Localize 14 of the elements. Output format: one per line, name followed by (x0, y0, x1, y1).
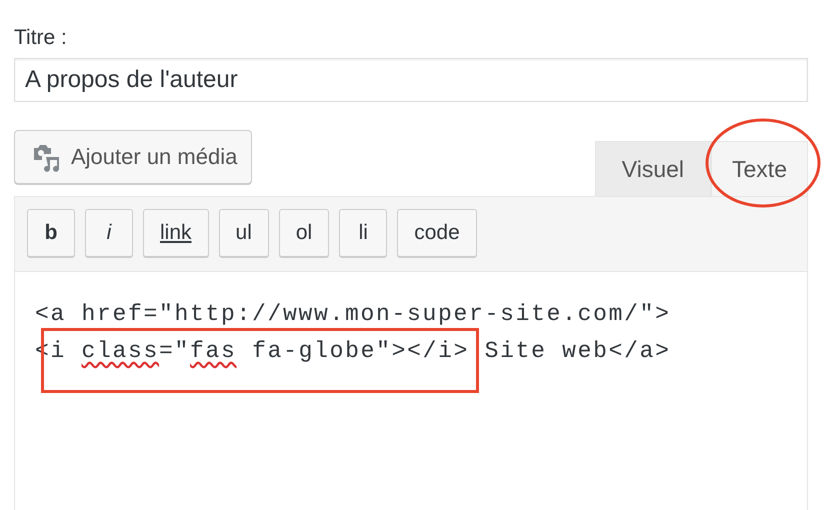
format-button[interactable]: ol (278, 209, 330, 257)
format-button[interactable]: b (27, 209, 75, 257)
editor-tab[interactable]: Visuel (594, 141, 712, 196)
title-input-field[interactable]: A propos de l'auteur (14, 58, 808, 102)
format-button[interactable]: code (397, 209, 477, 257)
editor-tab[interactable]: Texte (711, 141, 808, 196)
camera-music-icon (31, 142, 61, 172)
format-button[interactable]: ul (218, 209, 269, 257)
format-button[interactable]: i (85, 209, 133, 257)
format-button[interactable]: li (339, 209, 388, 257)
field-label: Titre : (14, 26, 68, 50)
add-media-button[interactable]: Ajouter un média (14, 130, 252, 184)
format-button[interactable]: link (143, 209, 209, 257)
code-line: <a href="http://www.mon-super-site.com/"> (35, 300, 672, 329)
